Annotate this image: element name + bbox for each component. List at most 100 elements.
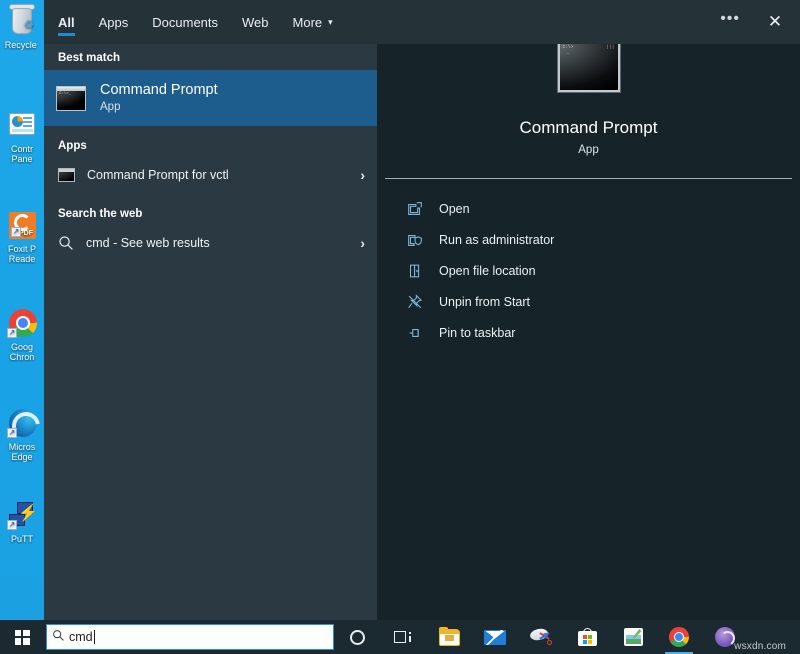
bittorrent-icon xyxy=(715,627,735,647)
desktop-icon-label: Contr xyxy=(10,144,33,154)
action-pin-to-taskbar[interactable]: Pin to taskbar xyxy=(405,317,800,348)
list-item-label: Command Prompt for vctl xyxy=(87,168,229,182)
taskbar-task-view-button[interactable] xyxy=(380,620,426,654)
best-match-subtitle: App xyxy=(100,101,121,113)
unpin-icon xyxy=(405,292,425,312)
tab-label: More xyxy=(292,14,323,30)
search-input[interactable]: cmd xyxy=(46,624,334,650)
preview-subtitle: App xyxy=(578,144,599,156)
search-preview-panel: C:\> _ ||| Command Prompt App Open Run a… xyxy=(377,0,800,620)
putty-icon: ⚡ ↗ xyxy=(5,500,39,532)
best-match-text: Command Prompt App xyxy=(100,81,218,115)
search-tab-strip: All Apps Documents Web More ▾ ••• ✕ xyxy=(44,0,800,44)
tab-documents[interactable]: Documents xyxy=(152,0,218,44)
preview-title: Command Prompt xyxy=(519,118,658,137)
command-prompt-icon xyxy=(58,168,75,182)
search-flyout: All Apps Documents Web More ▾ ••• ✕ Best… xyxy=(44,0,800,620)
list-item-label: cmd - See web results xyxy=(86,236,210,250)
taskbar-snip-sketch-button[interactable] xyxy=(518,620,564,654)
tab-label: Web xyxy=(242,14,269,30)
best-match-title: Command Prompt xyxy=(100,82,218,98)
desktop-icon-label: Micros xyxy=(8,442,36,452)
action-open-file-location[interactable]: Open file location xyxy=(405,255,800,286)
control-panel-icon xyxy=(5,110,39,142)
overflow-menu-button[interactable]: ••• xyxy=(720,11,740,30)
desktop-icon-recycle-bin[interactable]: ♻ Recycle xyxy=(0,4,44,50)
desktop-icon-putty[interactable]: ⚡ ↗ PuTT xyxy=(0,500,44,544)
desktop-icon-label-2: Reade xyxy=(8,254,36,264)
tab-label: All xyxy=(58,14,75,30)
action-label: Run as administrator xyxy=(439,232,555,247)
snip-and-sketch-icon xyxy=(529,626,552,646)
recycle-bin-icon: ♻ xyxy=(5,4,39,38)
desktop-icon-label-2: Pane xyxy=(11,154,33,164)
cortana-icon xyxy=(349,629,365,645)
search-results-panel: Best match C:\>_ Command Prompt App Apps xyxy=(44,0,377,620)
windows-logo-icon xyxy=(14,629,30,645)
watermark: wsxdn.com xyxy=(734,641,786,652)
google-chrome-icon xyxy=(669,627,689,647)
action-label: Unpin from Start xyxy=(439,294,531,309)
search-query-text: cmd xyxy=(69,630,93,644)
action-label: Open xyxy=(439,201,470,216)
desktop-icon-google-chrome[interactable]: ↗ Goog Chron xyxy=(0,308,44,362)
search-icon xyxy=(58,235,74,251)
taskbar: cmd wsxdn.com xyxy=(0,620,800,654)
tab-all[interactable]: All xyxy=(58,0,75,44)
section-header-apps: Apps xyxy=(58,140,87,152)
paint-icon xyxy=(623,628,643,646)
taskbar-cortana-button[interactable] xyxy=(334,620,380,654)
preview-actions: Open Run as administrator Open file loca… xyxy=(377,193,800,348)
chevron-right-icon[interactable]: › xyxy=(360,167,365,183)
tab-label: Documents xyxy=(152,14,219,30)
action-label: Pin to taskbar xyxy=(439,325,516,340)
desktop-icon-label-2: Chron xyxy=(9,352,35,362)
google-chrome-icon: ↗ xyxy=(5,308,39,340)
tab-active-underline xyxy=(58,33,75,36)
microsoft-edge-icon: ↗ xyxy=(5,408,39,440)
action-label: Open file location xyxy=(439,263,536,278)
taskbar-file-explorer-button[interactable] xyxy=(426,620,472,654)
foxit-pdf-reader-icon: PDF ↗ xyxy=(5,210,39,242)
tab-web[interactable]: Web xyxy=(242,0,269,44)
desktop-icon-foxit-pdf-reader[interactable]: PDF ↗ Foxit P Reade xyxy=(0,210,44,264)
list-item-web-search[interactable]: cmd - See web results › xyxy=(44,226,377,260)
action-run-as-administrator[interactable]: Run as administrator xyxy=(405,224,800,255)
chevron-right-icon[interactable]: › xyxy=(360,235,365,251)
pin-icon xyxy=(405,323,425,343)
best-match-result[interactable]: C:\>_ Command Prompt App xyxy=(44,70,377,126)
start-button[interactable] xyxy=(0,620,44,654)
file-explorer-icon xyxy=(438,626,460,646)
taskbar-paint-button[interactable] xyxy=(610,620,656,654)
tab-more[interactable]: More ▾ xyxy=(293,0,333,44)
taskbar-google-chrome-button[interactable] xyxy=(656,620,702,654)
desktop-icon-control-panel[interactable]: Contr Pane xyxy=(0,110,44,164)
action-unpin-from-start[interactable]: Unpin from Start xyxy=(405,286,800,317)
search-input-value: cmd xyxy=(69,630,95,644)
desktop-icon-label: Foxit P xyxy=(7,244,36,254)
desktop-icon-label: Recycle xyxy=(4,40,40,50)
search-results-body: Best match C:\>_ Command Prompt App Apps xyxy=(44,44,377,620)
desktop-icon-label: Goog xyxy=(10,342,34,352)
text-caret xyxy=(93,630,95,644)
task-view-icon xyxy=(394,630,412,644)
action-open[interactable]: Open xyxy=(405,193,800,224)
desktop-icon-microsoft-edge[interactable]: ↗ Micros Edge xyxy=(0,408,44,462)
desktop-icon-label-2: Edge xyxy=(11,452,33,462)
tab-apps[interactable]: Apps xyxy=(99,0,129,44)
taskbar-mail-button[interactable] xyxy=(472,620,518,654)
open-window-icon xyxy=(405,199,425,219)
search-icon xyxy=(47,629,69,645)
shield-window-icon xyxy=(405,230,425,250)
section-header-search-the-web: Search the web xyxy=(58,208,143,220)
chevron-down-icon: ▾ xyxy=(328,16,333,27)
close-icon[interactable]: ✕ xyxy=(758,0,792,44)
screen: ♻ Recycle Contr Pane PDF ↗ Foxit P Reade… xyxy=(0,0,800,654)
microsoft-store-icon xyxy=(577,628,597,646)
desktop-icon-label: PuTT xyxy=(10,534,33,544)
taskbar-microsoft-store-button[interactable] xyxy=(564,620,610,654)
preview-separator xyxy=(385,178,792,179)
desktop: ♻ Recycle Contr Pane PDF ↗ Foxit P Reade… xyxy=(0,0,44,620)
list-item-command-prompt-for-vctl[interactable]: Command Prompt for vctl › xyxy=(44,158,377,192)
section-header-best-match: Best match xyxy=(58,52,120,64)
